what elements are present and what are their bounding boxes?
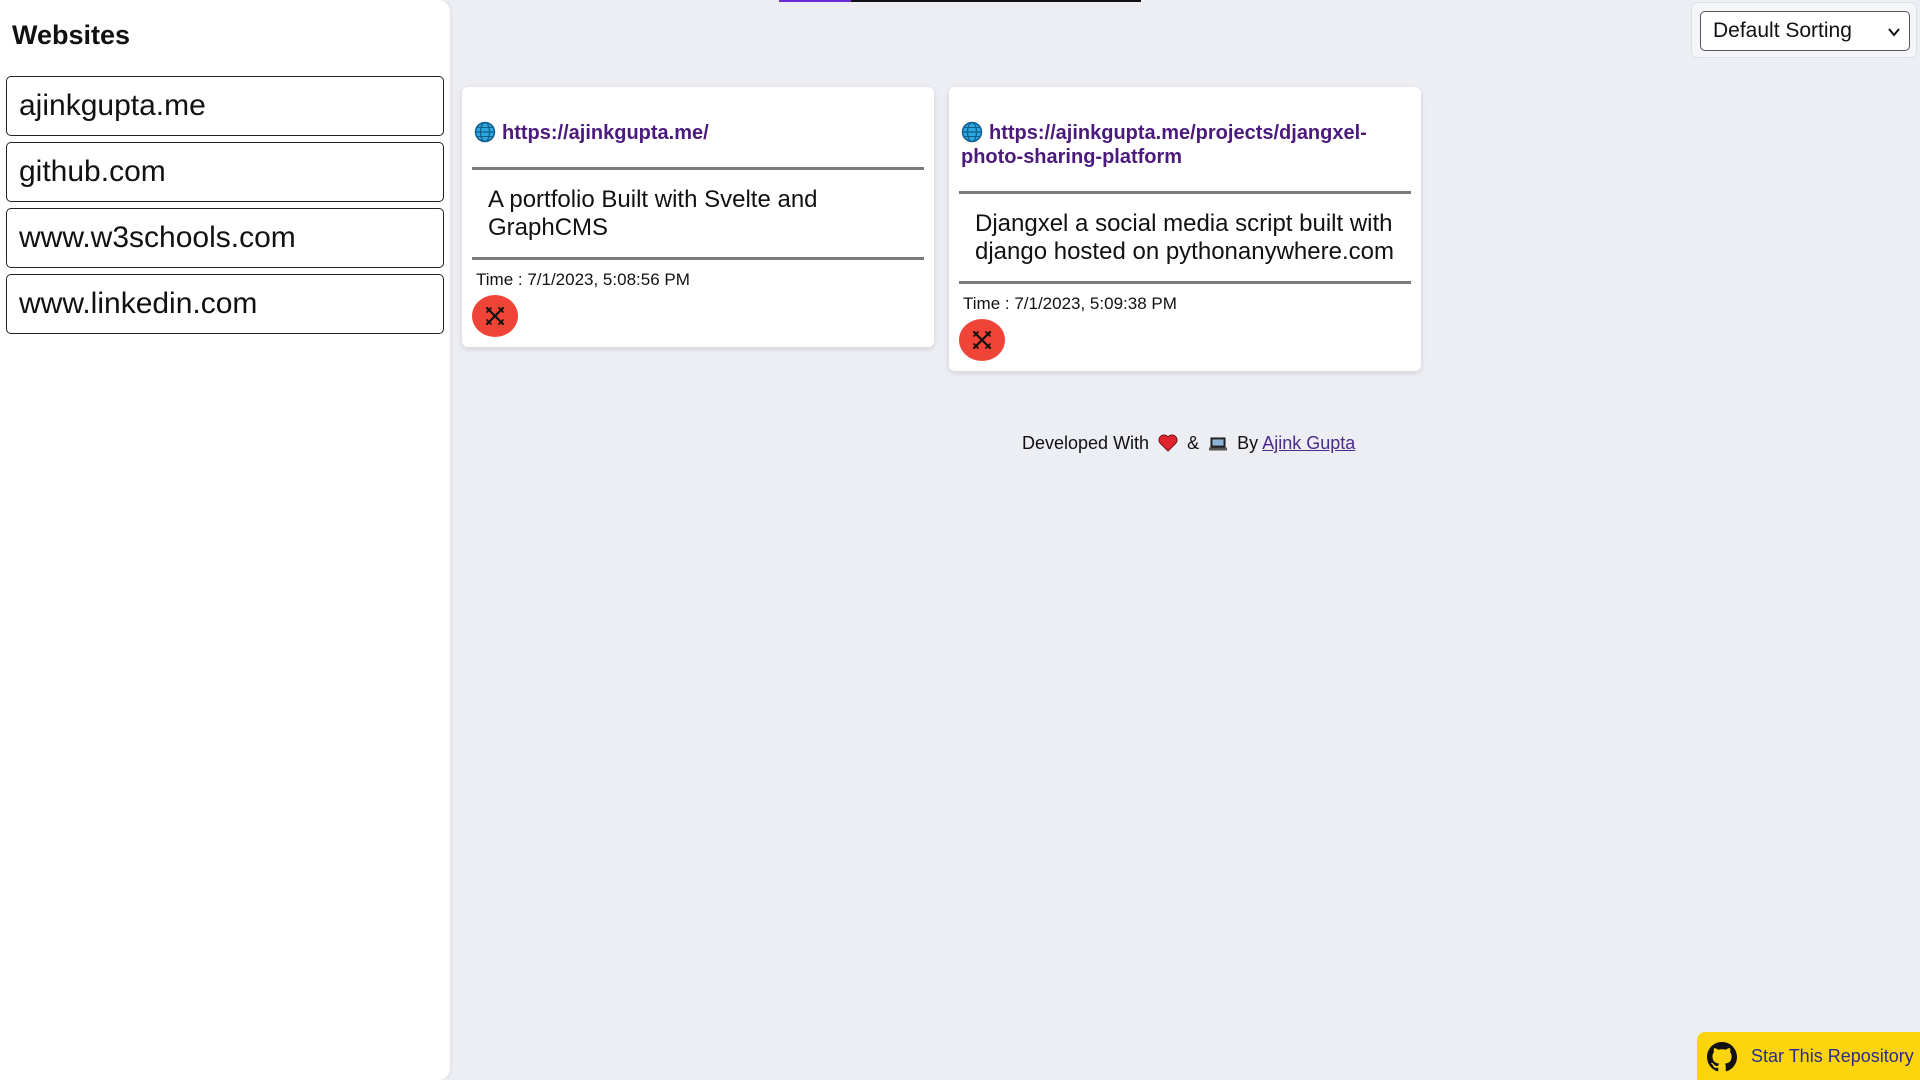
- laptop-icon: [1209, 437, 1228, 451]
- heart-icon: [1158, 434, 1178, 452]
- close-icon: [972, 330, 992, 350]
- footer: Developed With & By Ajink Gupta: [1022, 433, 1355, 454]
- footer-by: By: [1237, 433, 1259, 453]
- card-link[interactable]: https://ajinkgupta.me/: [474, 121, 709, 145]
- divider: [959, 191, 1411, 194]
- author-link[interactable]: Ajink Gupta: [1262, 433, 1355, 453]
- star-repository-button[interactable]: Star This Repository: [1697, 1032, 1920, 1080]
- github-icon: [1707, 1042, 1737, 1072]
- globe-icon: [961, 121, 983, 143]
- loading-progress-bar: [779, 0, 1141, 2]
- star-repository-label: Star This Repository: [1751, 1046, 1914, 1066]
- website-list: ajinkgupta.me github.com www.w3schools.c…: [6, 76, 444, 340]
- sort-container: Default Sorting: [1691, 2, 1917, 58]
- sidebar-item-w3schools[interactable]: www.w3schools.com: [6, 208, 444, 268]
- card-url: https://ajinkgupta.me/projects/djangxel-…: [961, 122, 1367, 168]
- bookmark-card: https://ajinkgupta.me/projects/djangxel-…: [949, 87, 1421, 371]
- sidebar-item-linkedin[interactable]: www.linkedin.com: [6, 274, 444, 334]
- delete-button[interactable]: [472, 295, 518, 337]
- card-url: https://ajinkgupta.me/: [502, 122, 709, 144]
- divider: [472, 167, 924, 170]
- sidebar-title: Websites: [12, 20, 131, 50]
- card-description: A portfolio Built with Svelte and GraphC…: [488, 186, 818, 241]
- card-link[interactable]: https://ajinkgupta.me/projects/djangxel-…: [961, 121, 1401, 169]
- sidebar-item-ajinkgupta[interactable]: ajinkgupta.me: [6, 76, 444, 136]
- card-time: Time : 7/1/2023, 5:09:38 PM: [963, 294, 1177, 313]
- globe-icon: [474, 121, 496, 143]
- loading-progress-fill: [779, 0, 852, 2]
- sort-selected-label: Default Sorting: [1713, 19, 1852, 42]
- footer-amp: &: [1187, 433, 1200, 453]
- sort-select[interactable]: Default Sorting: [1700, 11, 1910, 51]
- sidebar: Websites ajinkgupta.me github.com www.w3…: [0, 0, 450, 1080]
- chevron-down-icon: [1888, 28, 1900, 37]
- delete-button[interactable]: [959, 319, 1005, 361]
- bookmark-card: https://ajinkgupta.me/ A portfolio Built…: [462, 87, 934, 347]
- card-time: Time : 7/1/2023, 5:08:56 PM: [476, 270, 690, 289]
- footer-prefix: Developed With: [1022, 433, 1150, 453]
- sidebar-item-github[interactable]: github.com: [6, 142, 444, 202]
- divider: [959, 281, 1411, 284]
- card-description: Djangxel a social media script built wit…: [975, 210, 1394, 265]
- divider: [472, 257, 924, 260]
- close-icon: [485, 306, 505, 326]
